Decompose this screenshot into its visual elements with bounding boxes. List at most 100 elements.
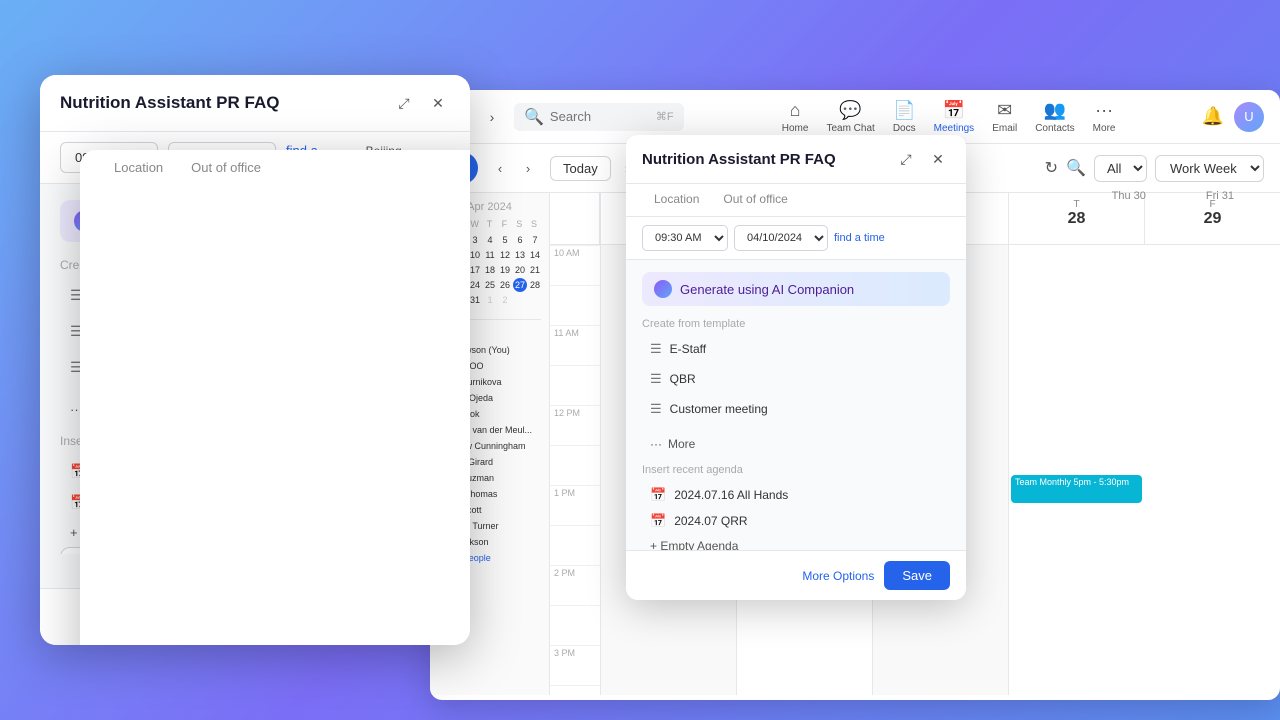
- bg-customer-label: Customer meeting: [670, 402, 768, 416]
- nav-team-chat-label: Team Chat: [826, 123, 874, 134]
- mini-day-s: S: [512, 219, 526, 229]
- bg-expand-button[interactable]: ⤢: [894, 147, 918, 171]
- nav-email-label: Email: [992, 123, 1017, 134]
- bg-template-qbr[interactable]: ☰ QBR: [642, 366, 950, 392]
- search-bar[interactable]: 🔍 ⌘F: [514, 103, 684, 131]
- mini-day-21[interactable]: 21: [528, 263, 542, 277]
- next-month-btn[interactable]: ›: [516, 156, 540, 180]
- bg-template-more[interactable]: ··· More: [642, 432, 950, 456]
- forward-btn[interactable]: ›: [478, 103, 506, 131]
- mini-day-20[interactable]: 20: [513, 263, 527, 277]
- front-modal-actions: ⤢ ✕: [392, 91, 450, 115]
- mini-day-24[interactable]: 24: [468, 278, 482, 292]
- bg-template-estaff[interactable]: ☰ E-Staff: [642, 336, 950, 362]
- front-modal-header: Nutrition Assistant PR FAQ ⤢ ✕: [40, 75, 470, 132]
- mini-day-10[interactable]: 10: [468, 248, 482, 262]
- nav-contacts[interactable]: 👥 Contacts: [1035, 100, 1074, 134]
- month-nav: ‹ ›: [488, 156, 540, 180]
- front-close-button[interactable]: ✕: [426, 91, 450, 115]
- mini-day-28[interactable]: 28: [528, 278, 542, 292]
- nav-contacts-label: Contacts: [1035, 123, 1074, 134]
- bg-allhands-icon: 📅: [650, 487, 666, 503]
- view-select[interactable]: Work Week: [1155, 155, 1264, 182]
- bg-time-select[interactable]: 09:30 AM: [642, 225, 728, 251]
- nav-home[interactable]: ⌂ Home: [782, 100, 809, 134]
- day-col-fri: Team Monthly 5pm - 5:30pm: [1008, 245, 1144, 695]
- bg-modal-actions: ⤢ ✕: [894, 147, 950, 171]
- filter-select[interactable]: All: [1094, 155, 1147, 182]
- mini-day-11[interactable]: 11: [483, 248, 497, 262]
- bg-qrr-icon: 📅: [650, 513, 666, 529]
- search-shortcut: ⌘F: [656, 110, 674, 123]
- mini-day-13[interactable]: 13: [513, 248, 527, 262]
- mini-day-18[interactable]: 18: [483, 263, 497, 277]
- mini-day-17[interactable]: 17: [468, 263, 482, 277]
- email-icon: ✉: [997, 100, 1012, 121]
- bg-qrr-label: 2024.07 QRR: [674, 514, 747, 528]
- bg-estaff-icon: ☰: [650, 341, 662, 357]
- event-team-monthly[interactable]: Team Monthly 5pm - 5:30pm: [1011, 475, 1142, 503]
- mini-day-7[interactable]: 7: [528, 233, 542, 247]
- search-input[interactable]: [550, 109, 650, 124]
- nav-team-chat[interactable]: 💬 Team Chat: [826, 100, 874, 134]
- front-expand-button[interactable]: ⤢: [392, 91, 416, 115]
- nav-email[interactable]: ✉ Email: [992, 100, 1017, 134]
- bg-date-select[interactable]: 04/10/2024: [734, 225, 828, 251]
- prev-month-btn[interactable]: ‹: [488, 156, 512, 180]
- more-icon: ···: [1095, 100, 1113, 121]
- bg-customer-icon: ☰: [650, 401, 662, 417]
- bg-tab-oof[interactable]: Out of office: [711, 184, 799, 216]
- mini-day-n1[interactable]: 1: [483, 293, 497, 307]
- toolbar-right: 🔔 U: [1202, 102, 1264, 132]
- mini-day-12[interactable]: 12: [498, 248, 512, 262]
- mini-day-th: T: [483, 219, 497, 229]
- front-modal-tabs: Location Out of office: [80, 150, 470, 645]
- nav-home-label: Home: [782, 123, 809, 134]
- bg-modal-tabs: Location Out of office: [626, 184, 966, 217]
- bg-find-time-link[interactable]: find a time: [834, 232, 885, 244]
- bg-save-button[interactable]: Save: [884, 561, 950, 590]
- bg-ai-companion-label: Generate using AI Companion: [680, 282, 854, 297]
- view-controls: ↻ 🔍 All Work Week: [1045, 155, 1264, 182]
- cal-search-icon[interactable]: 🔍: [1066, 158, 1086, 178]
- mini-day-14[interactable]: 14: [528, 248, 542, 262]
- today-button[interactable]: Today: [550, 156, 611, 181]
- nav-docs[interactable]: 📄 Docs: [893, 100, 916, 134]
- home-icon: ⌂: [790, 100, 801, 121]
- bg-time-row: 09:30 AM 04/10/2024 find a time: [626, 217, 966, 260]
- bg-tab-location[interactable]: Location: [642, 184, 711, 216]
- mini-day-6[interactable]: 6: [513, 233, 527, 247]
- front-tab-oof[interactable]: Out of office: [177, 150, 275, 645]
- bg-modal-footer: More Options Save: [626, 550, 966, 600]
- mini-day-n2[interactable]: 2: [498, 293, 512, 307]
- bg-more-options-button[interactable]: More Options: [802, 569, 874, 583]
- bg-agenda-allhands[interactable]: 📅 2024.07.16 All Hands: [642, 482, 950, 508]
- bg-agenda-qrr[interactable]: 📅 2024.07 QRR: [642, 508, 950, 534]
- mini-day-31[interactable]: 31: [468, 293, 482, 307]
- mini-day-26[interactable]: 26: [498, 278, 512, 292]
- bg-close-button[interactable]: ✕: [926, 147, 950, 171]
- nav-more-label: More: [1093, 123, 1116, 134]
- refresh-icon[interactable]: ↻: [1045, 158, 1058, 178]
- bell-icon[interactable]: 🔔: [1202, 106, 1224, 127]
- bg-more-label: More: [668, 437, 695, 451]
- bg-template-customer[interactable]: ☰ Customer meeting: [642, 396, 950, 422]
- bg-modal-title: Nutrition Assistant PR FAQ: [642, 151, 836, 168]
- front-tab-location[interactable]: Location: [100, 150, 177, 645]
- nav-meetings[interactable]: 📅 Meetings: [934, 100, 975, 134]
- mini-day-3[interactable]: 3: [468, 233, 482, 247]
- bg-ai-companion-button[interactable]: Generate using AI Companion: [642, 272, 950, 306]
- time-labels-col: 10 AM 11 AM 12 PM 1 PM 2 PM 3 PM 4 PM 5 …: [550, 245, 600, 695]
- mini-day-19[interactable]: 19: [498, 263, 512, 277]
- modal-background: Nutrition Assistant PR FAQ ⤢ ✕ Location …: [626, 135, 966, 600]
- mini-day-f: F: [497, 219, 511, 229]
- front-modal-title: Nutrition Assistant PR FAQ: [60, 93, 279, 113]
- user-avatar[interactable]: U: [1234, 102, 1264, 132]
- mini-day-4[interactable]: 4: [483, 233, 497, 247]
- mini-day-27[interactable]: 27: [513, 278, 527, 292]
- mini-day-25[interactable]: 25: [483, 278, 497, 292]
- nav-more[interactable]: ··· More: [1093, 100, 1116, 134]
- mini-day-su: S: [527, 219, 541, 229]
- contacts-icon: 👥: [1044, 100, 1066, 121]
- mini-day-5[interactable]: 5: [498, 233, 512, 247]
